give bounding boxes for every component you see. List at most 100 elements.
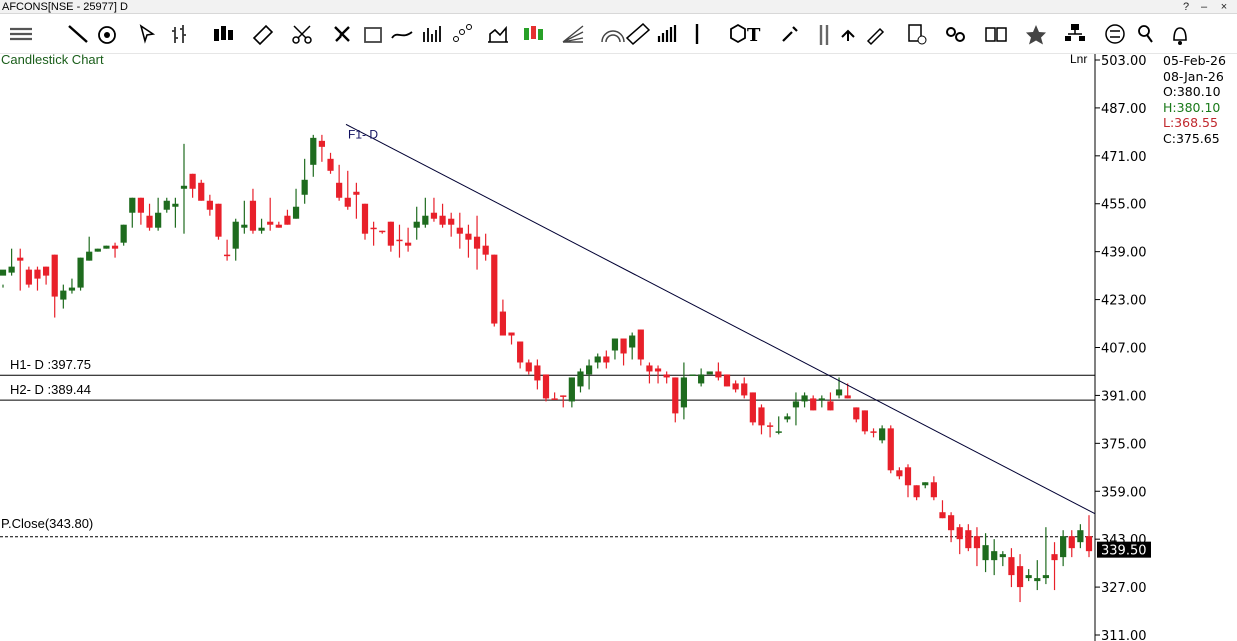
- menu-lines-icon[interactable]: [6, 20, 36, 48]
- curve-icon[interactable]: [388, 20, 418, 48]
- volume-bars-icon[interactable]: [653, 20, 683, 48]
- candle-body: [551, 398, 558, 400]
- heikin-icon[interactable]: [518, 20, 548, 48]
- current-price-label: 339.50: [1101, 544, 1147, 559]
- candle-body: [758, 407, 765, 426]
- indicator-icon[interactable]: [418, 20, 448, 48]
- star-icon[interactable]: [1021, 20, 1051, 48]
- minimize-button[interactable]: –: [1196, 0, 1212, 14]
- y-tick-label: 375.00: [1101, 437, 1147, 452]
- candle-body: [25, 269, 32, 285]
- y-tick-label: 471.00: [1101, 150, 1147, 165]
- alert-icon[interactable]: [1166, 20, 1196, 48]
- close-button[interactable]: ×: [1216, 0, 1232, 14]
- candle-body: [413, 221, 420, 228]
- candle-body: [1016, 566, 1024, 588]
- candle-body: [336, 182, 343, 198]
- pin-icon[interactable]: [1131, 20, 1161, 48]
- cross-arrows-icon[interactable]: [328, 20, 358, 48]
- target-icon[interactable]: [93, 20, 123, 48]
- wrench-icon[interactable]: [776, 20, 806, 48]
- candlestick-chart[interactable]: 503.00 487.00 471.00 455.00 439.00 423.00 407.…: [0, 54, 1237, 641]
- candle-body: [1060, 536, 1067, 558]
- candle-body: [146, 215, 153, 228]
- candle-body: [68, 287, 76, 291]
- ohlc-panel: 05-Feb-26 08-Jan-26 O:380.10 H:380.10 L:…: [1163, 53, 1237, 146]
- vertical-line-icon[interactable]: [683, 20, 713, 48]
- candle-body: [42, 266, 50, 276]
- candle-body: [930, 482, 937, 498]
- delete-icon[interactable]: [901, 20, 931, 48]
- bar-chart-icon[interactable]: [168, 20, 198, 48]
- candlestick-icon[interactable]: [208, 20, 238, 48]
- candle-body: [267, 221, 274, 225]
- candle-body: [560, 395, 567, 397]
- y-tick-label: 311.00: [1101, 629, 1147, 641]
- cursor-icon[interactable]: [133, 20, 163, 48]
- candle-body: [620, 338, 627, 354]
- candle-body: [292, 206, 300, 219]
- candle-body: [672, 377, 679, 414]
- chart-area[interactable]: 503.00 487.00 471.00 455.00 439.00 423.00 407.…: [0, 52, 1237, 641]
- rectangle-icon[interactable]: [358, 20, 388, 48]
- scale-label[interactable]: Lnr: [1070, 52, 1087, 66]
- candle-body: [111, 245, 119, 249]
- candle-body: [827, 401, 834, 411]
- candle-body: [60, 290, 67, 300]
- line-tool-icon[interactable]: [63, 20, 93, 48]
- candle-body: [456, 227, 463, 234]
- candle-body: [215, 203, 222, 237]
- candle-body: [1085, 536, 1093, 552]
- candle-body: [155, 212, 162, 228]
- y-tick-label: 391.00: [1101, 389, 1147, 404]
- scissors-icon[interactable]: [288, 20, 318, 48]
- swap-icon[interactable]: [1101, 20, 1131, 48]
- network-icon[interactable]: [1061, 20, 1091, 48]
- candle-body: [206, 200, 213, 210]
- scatter-icon[interactable]: [448, 20, 478, 48]
- link-icon[interactable]: [941, 20, 971, 48]
- h1-level-label: H1- D :397.75: [10, 357, 91, 372]
- y-tick-label: 327.00: [1101, 581, 1147, 596]
- text-tool-icon[interactable]: T: [741, 20, 771, 48]
- h2-level-label: H2- D :389.44: [10, 382, 91, 397]
- candle-body: [904, 467, 912, 486]
- fan-icon[interactable]: [558, 20, 588, 48]
- candle-body: [534, 365, 541, 381]
- candle-body: [646, 365, 653, 372]
- candle-body: [775, 431, 782, 433]
- candle-body: [853, 407, 860, 420]
- candle-body: [482, 245, 489, 255]
- candle-body: [698, 374, 705, 384]
- svg-text:T: T: [747, 25, 761, 46]
- candle-body: [982, 545, 989, 561]
- ruler-icon[interactable]: [248, 20, 278, 48]
- candle-body: [491, 254, 498, 324]
- y-tick-label: 439.00: [1101, 246, 1147, 261]
- fib-label: F1- D: [348, 127, 378, 141]
- candle-body: [275, 224, 282, 228]
- candle-body: [629, 335, 636, 348]
- candle-body: [163, 200, 170, 210]
- candle-body: [103, 245, 110, 249]
- prev-close-label: P.Close(343.80): [1, 516, 93, 531]
- candle-body: [896, 470, 903, 477]
- help-button[interactable]: ?: [1178, 0, 1194, 14]
- window-title: AFCONS[NSE - 25977] D: [2, 1, 128, 13]
- candle-body: [1051, 554, 1058, 561]
- candle-body: [861, 410, 869, 432]
- book-icon[interactable]: [981, 20, 1011, 48]
- candle-body: [232, 221, 239, 249]
- candle-body: [525, 362, 532, 372]
- candle-body: [465, 233, 472, 240]
- area-icon[interactable]: [483, 20, 513, 48]
- candle-body: [749, 392, 756, 423]
- pencil-icon[interactable]: [861, 20, 891, 48]
- candle-body: [404, 242, 412, 246]
- candle-body: [129, 197, 136, 213]
- candle-body: [361, 203, 369, 234]
- candle-body: [1034, 578, 1041, 582]
- candle-body: [663, 374, 670, 378]
- measure-icon[interactable]: [623, 20, 653, 48]
- ohlc-low: L:368.55: [1163, 115, 1218, 130]
